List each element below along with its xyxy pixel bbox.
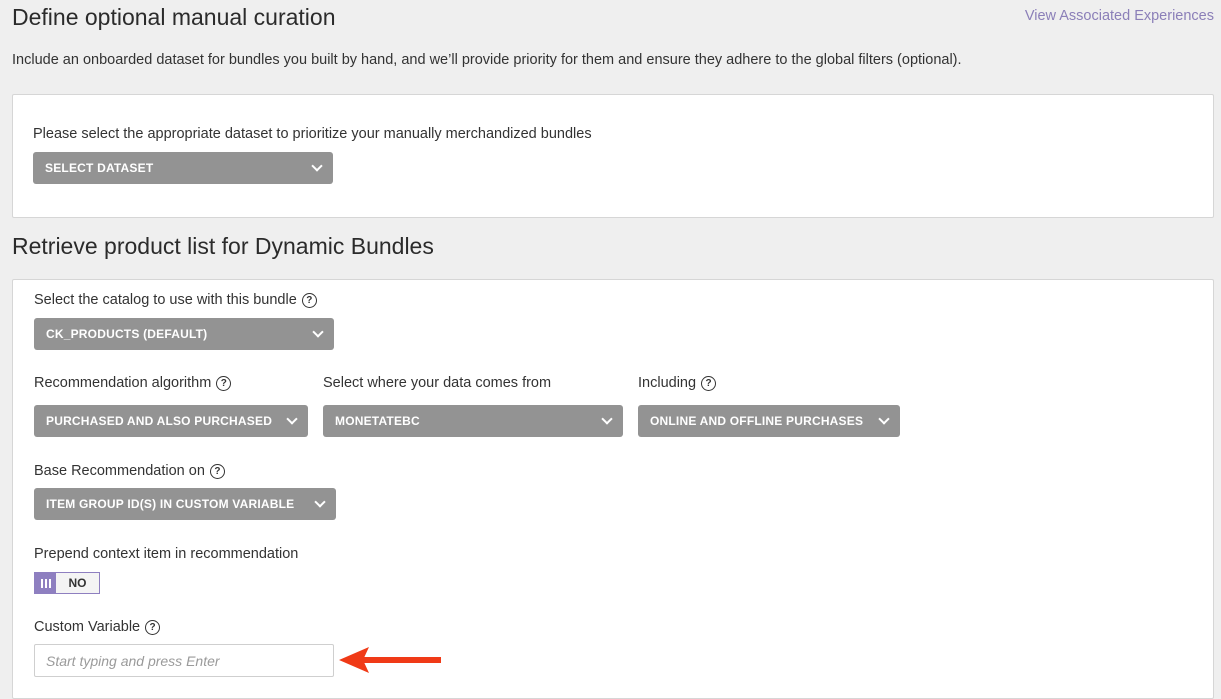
including-dropdown[interactable]: ONLINE AND OFFLINE PURCHASES — [638, 405, 900, 437]
help-circle-icon[interactable]: ? — [301, 292, 317, 308]
chevron-down-icon — [312, 326, 324, 338]
algorithm-label: Recommendation algorithm ? — [34, 375, 232, 391]
chevron-down-icon — [314, 496, 326, 508]
dropdown-value: MONETATEBC — [335, 414, 420, 428]
chevron-down-icon — [311, 160, 323, 172]
chevron-down-icon — [878, 413, 890, 425]
prepend-label: Prepend context item in recommendation — [34, 546, 299, 562]
chevron-down-icon — [286, 413, 298, 425]
dropdown-value: PURCHASED AND ALSO PURCHASED — [46, 414, 273, 428]
prepend-toggle[interactable]: NO — [34, 572, 100, 594]
toggle-handle-icon — [35, 573, 56, 593]
page-title: Define optional manual curation — [12, 4, 336, 30]
dropdown-value: ONLINE AND OFFLINE PURCHASES — [650, 414, 864, 428]
chevron-down-icon — [601, 413, 613, 425]
help-circle-icon[interactable]: ? — [145, 619, 161, 635]
base-recommendation-dropdown[interactable]: ITEM GROUP ID(S) IN CUSTOM VARIABLE — [34, 488, 336, 520]
dropdown-value: CK_PRODUCTS (DEFAULT) — [46, 327, 208, 341]
custom-variable-label: Custom Variable ? — [34, 619, 161, 635]
dropdown-value: ITEM GROUP ID(S) IN CUSTOM VARIABLE — [46, 497, 295, 511]
data-source-label: Select where your data comes from — [323, 375, 552, 391]
dropdown-value: SELECT DATASET — [45, 161, 154, 175]
dataset-label: Please select the appropriate dataset to… — [33, 126, 592, 142]
catalog-label: Select the catalog to use with this bund… — [34, 292, 317, 308]
toggle-state: NO — [68, 576, 87, 590]
help-circle-icon[interactable]: ? — [216, 375, 232, 391]
data-source-dropdown[interactable]: MONETATEBC — [323, 405, 623, 437]
including-label: Including ? — [638, 375, 717, 391]
help-circle-icon[interactable]: ? — [701, 375, 717, 391]
section-title: Retrieve product list for Dynamic Bundle… — [12, 233, 434, 259]
base-recommendation-label: Base Recommendation on ? — [34, 463, 225, 479]
curation-panel: Please select the appropriate dataset to… — [12, 94, 1214, 218]
catalog-dropdown[interactable]: CK_PRODUCTS (DEFAULT) — [34, 318, 334, 350]
algorithm-dropdown[interactable]: PURCHASED AND ALSO PURCHASED — [34, 405, 308, 437]
select-dataset-dropdown[interactable]: SELECT DATASET — [33, 152, 333, 184]
retrieve-panel: Select the catalog to use with this bund… — [12, 279, 1214, 699]
help-circle-icon[interactable]: ? — [209, 463, 225, 479]
view-associated-experiences-link[interactable]: View Associated Experiences — [1025, 8, 1214, 24]
arrow-left-icon — [339, 647, 441, 673]
curation-description: Include an onboarded dataset for bundles… — [12, 52, 962, 68]
custom-variable-input[interactable] — [34, 644, 334, 677]
